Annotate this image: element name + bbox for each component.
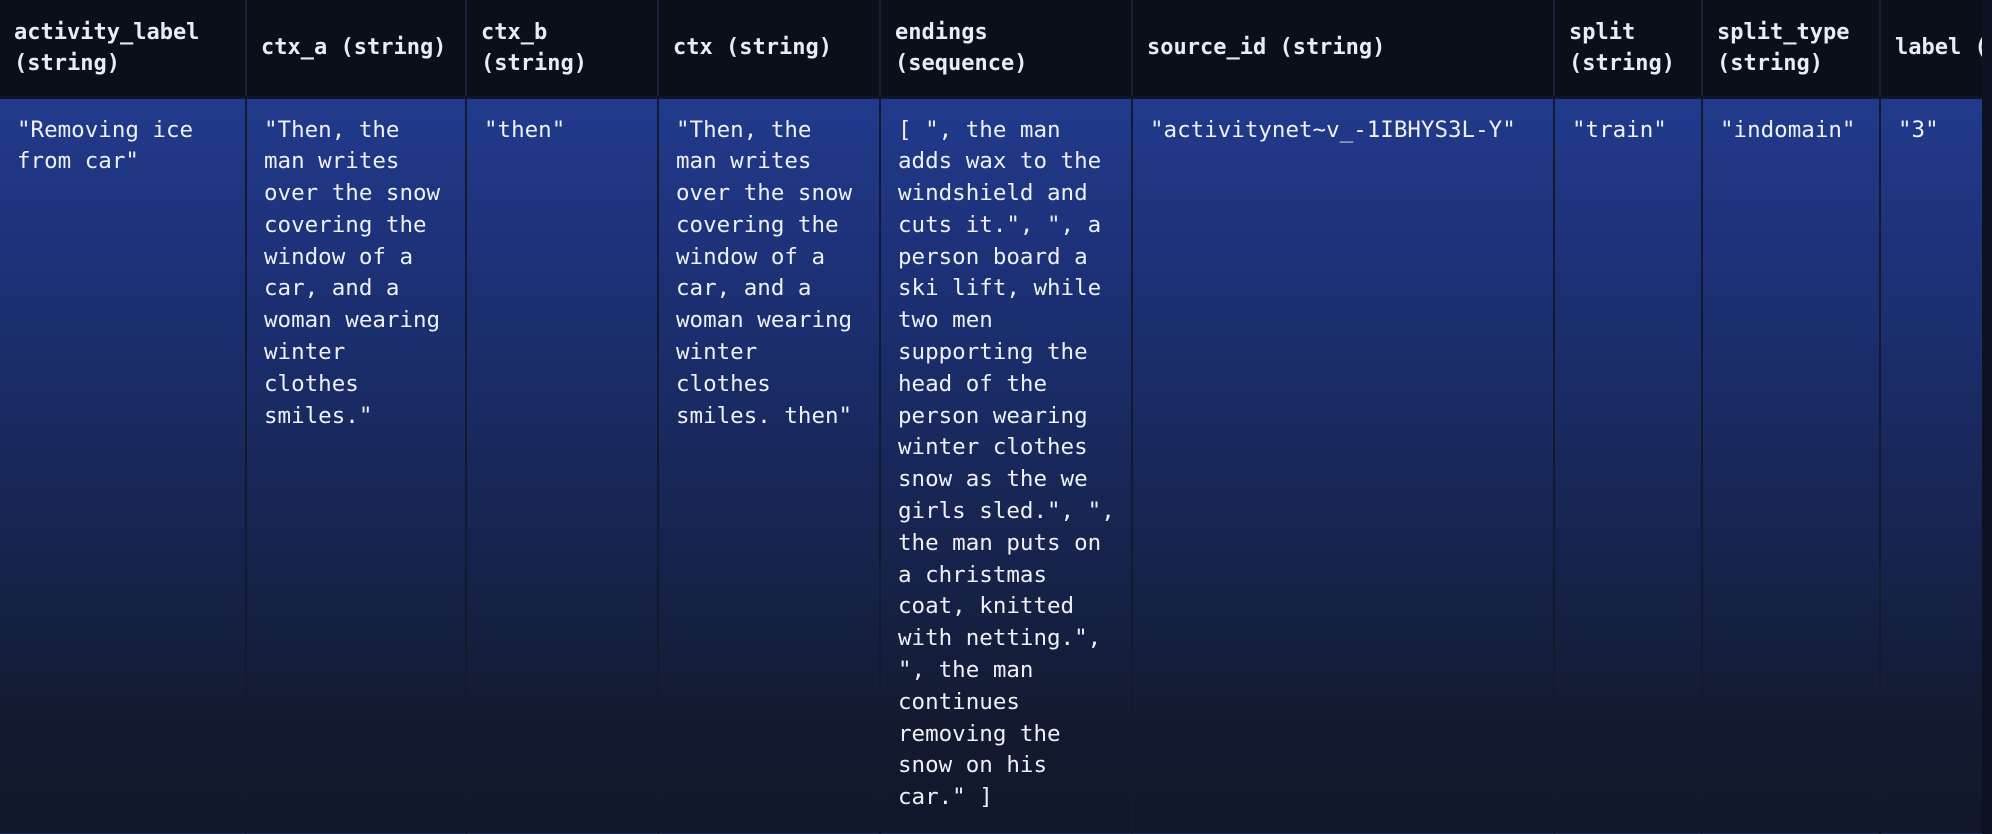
column-header-endings[interactable]: endings (sequence) [880,0,1133,99]
cell-endings: [ ", the man adds wax to the windshield … [880,97,1133,834]
cell-split-type: "indomain" [1702,97,1881,834]
cell-activity-label: "Removing ice from car" [0,97,247,834]
dataset-viewer: activity_label (string) ctx_a (string) c… [0,0,1992,834]
cell-source-id: "activitynet~v_-1IBHYS3L-Y" [1132,97,1555,834]
vertical-scrollbar[interactable] [1982,0,1992,834]
table-row[interactable]: "Removing ice from car" "Then, the man w… [0,97,1982,834]
cell-label: "3" [1880,97,1982,834]
cell-ctx-b: "then" [466,97,659,834]
column-header-split[interactable]: split (string) [1554,0,1703,99]
column-header-ctx-b[interactable]: ctx_b (string) [466,0,659,99]
column-header-source-id[interactable]: source_id (string) [1132,0,1555,99]
cell-ctx-a: "Then, the man writes over the snow cove… [246,97,467,834]
column-header-label[interactable]: label (string) [1880,0,1982,99]
cell-split: "train" [1554,97,1703,834]
column-header-activity-label[interactable]: activity_label (string) [0,0,247,99]
table-scroll-area[interactable]: activity_label (string) ctx_a (string) c… [0,0,1983,834]
column-header-ctx[interactable]: ctx (string) [658,0,881,99]
data-table: activity_label (string) ctx_a (string) c… [0,0,1982,834]
cell-ctx: "Then, the man writes over the snow cove… [658,97,881,834]
column-header-split-type[interactable]: split_type (string) [1702,0,1881,99]
column-header-ctx-a[interactable]: ctx_a (string) [246,0,467,99]
header-row: activity_label (string) ctx_a (string) c… [0,0,1982,99]
